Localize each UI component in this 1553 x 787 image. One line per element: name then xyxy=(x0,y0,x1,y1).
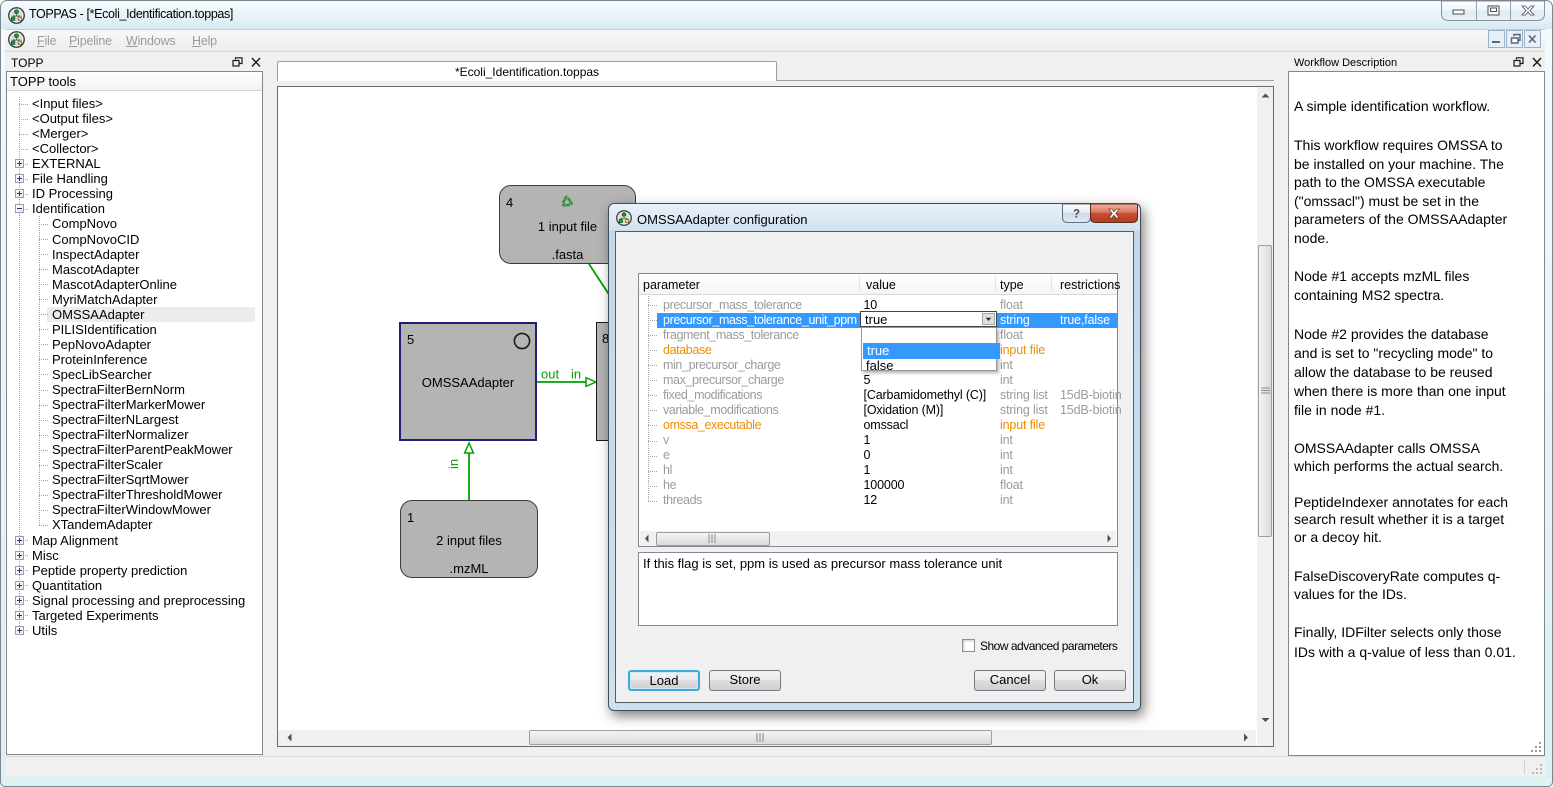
svg-text:in: in xyxy=(446,459,461,469)
svg-text:in: in xyxy=(571,367,581,382)
svg-text:out: out xyxy=(541,367,559,382)
svg-text:?: ? xyxy=(1073,209,1080,221)
